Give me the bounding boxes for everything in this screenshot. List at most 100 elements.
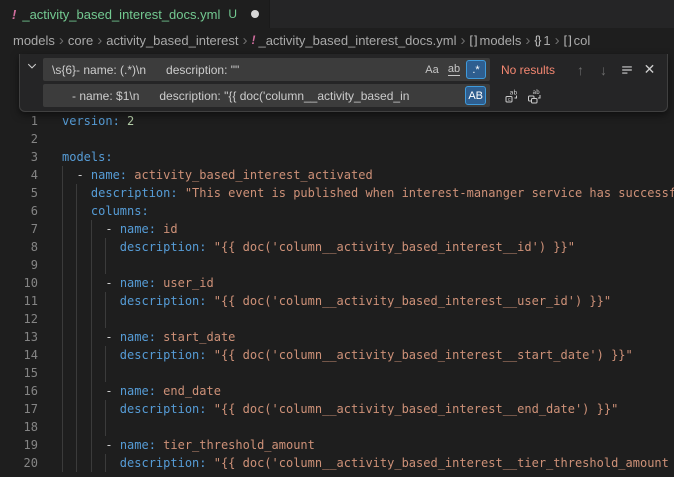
replace-button[interactable]: ab c	[500, 84, 523, 107]
breadcrumb-item[interactable]: activity_based_interest	[106, 33, 238, 48]
code-line[interactable]: 4 - name: activity_based_interest_activa…	[0, 166, 674, 184]
breadcrumb-item[interactable]: models	[13, 33, 55, 48]
line-number[interactable]: 12	[0, 310, 38, 328]
indent-guide	[105, 256, 106, 274]
breadcrumb-separator-icon: ›	[460, 33, 465, 48]
code-line[interactable]: 18	[0, 418, 674, 436]
replace-all-icon: ab	[527, 88, 543, 104]
code-token: -	[105, 384, 119, 398]
line-number[interactable]: 11	[0, 292, 38, 310]
indent-guide	[105, 364, 106, 382]
breadcrumb-label: activity_based_interest	[106, 33, 238, 48]
code-line[interactable]: 12	[0, 310, 674, 328]
code-token	[62, 204, 91, 218]
line-number[interactable]: 10	[0, 274, 38, 292]
whole-word-toggle[interactable]: ab	[444, 60, 464, 79]
code-token: name:	[120, 276, 156, 290]
symbol-array-icon: [ ]	[564, 33, 571, 47]
match-case-toggle[interactable]: Aa	[422, 60, 442, 79]
line-number[interactable]: 6	[0, 202, 38, 220]
find-in-selection-button[interactable]	[615, 58, 638, 81]
code-line[interactable]: 10 - name: user_id	[0, 274, 674, 292]
line-number[interactable]: 2	[0, 130, 38, 148]
breadcrumb-item[interactable]: core	[68, 33, 93, 48]
code-text: description: "{{ doc('column__activity_b…	[62, 238, 575, 256]
code-token: activity_based_interest_activated	[127, 168, 373, 182]
tab-title: _activity_based_interest_docs.yml	[22, 7, 220, 22]
line-number[interactable]: 5	[0, 184, 38, 202]
code-line[interactable]: 17 description: "{{ doc('column__activit…	[0, 400, 674, 418]
regex-toggle[interactable]: .*	[466, 60, 486, 79]
code-line[interactable]: 20 description: "{{ doc('column__activit…	[0, 454, 674, 472]
breadcrumb-label: models	[13, 33, 55, 48]
code-line[interactable]: 1version: 2	[0, 112, 674, 130]
line-number[interactable]: 18	[0, 418, 38, 436]
toggle-replace-button[interactable]	[20, 54, 43, 77]
code-token	[62, 384, 105, 398]
code-token: description:	[120, 456, 207, 470]
code-token: 2	[127, 114, 134, 128]
code-line[interactable]: 11 description: "{{ doc('column__activit…	[0, 292, 674, 310]
code-line[interactable]: 8 description: "{{ doc('column__activity…	[0, 238, 674, 256]
breadcrumb-item[interactable]: [ ]col	[564, 33, 591, 48]
replace-input-value: - name: $1\n description: "{{ doc('colum…	[52, 89, 463, 103]
line-number[interactable]: 20	[0, 454, 38, 472]
code-line[interactable]: 13 - name: start_date	[0, 328, 674, 346]
replace-input[interactable]: - name: $1\n description: "{{ doc('colum…	[43, 84, 490, 107]
line-number[interactable]: 7	[0, 220, 38, 238]
line-number[interactable]: 17	[0, 400, 38, 418]
editor-area[interactable]: 1version: 223models:4 - name: activity_b…	[0, 52, 674, 477]
line-number[interactable]: 4	[0, 166, 38, 184]
replace-all-button[interactable]: ab	[523, 84, 546, 107]
code-token	[62, 330, 105, 344]
modified-dot-icon[interactable]	[251, 10, 259, 18]
code-token: end_date	[156, 384, 221, 398]
previous-match-button[interactable]: ↑	[569, 58, 592, 81]
breadcrumb-separator-icon: ›	[242, 33, 247, 48]
code-text: - name: end_date	[62, 382, 221, 400]
yaml-file-icon: !	[251, 33, 255, 47]
tab-bar: ! _activity_based_interest_docs.yml U	[0, 0, 674, 28]
code-token: description:	[120, 294, 207, 308]
code-line[interactable]: 14 description: "{{ doc('column__activit…	[0, 346, 674, 364]
breadcrumb-item[interactable]: [ ]models	[469, 33, 521, 48]
line-number[interactable]: 19	[0, 436, 38, 454]
code-text: - name: tier_threshold_amount	[62, 436, 315, 454]
code-token	[62, 168, 76, 182]
code-token	[120, 114, 127, 128]
code-line[interactable]: 19 - name: tier_threshold_amount	[0, 436, 674, 454]
breadcrumb-separator-icon: ›	[525, 33, 530, 48]
line-number[interactable]: 13	[0, 328, 38, 346]
code-text: - name: start_date	[62, 328, 235, 346]
line-number[interactable]: 16	[0, 382, 38, 400]
code-line[interactable]: 16 - name: end_date	[0, 382, 674, 400]
indent-guide	[91, 310, 92, 328]
preserve-case-toggle[interactable]: AB	[465, 86, 486, 105]
line-number[interactable]: 14	[0, 346, 38, 364]
line-number[interactable]: 3	[0, 148, 38, 166]
indent-guide	[91, 364, 92, 382]
indent-guide	[76, 256, 77, 274]
breadcrumb-item[interactable]: !_activity_based_interest_docs.yml	[251, 33, 456, 48]
code-line[interactable]: 2	[0, 130, 674, 148]
code-token: description:	[120, 348, 207, 362]
code-text: description: "{{ doc('column__activity_b…	[62, 292, 611, 310]
code-token	[62, 402, 120, 416]
line-number[interactable]: 15	[0, 364, 38, 382]
line-number[interactable]: 1	[0, 112, 38, 130]
code-line[interactable]: 5 description: "This event is published …	[0, 184, 674, 202]
code-token	[62, 186, 91, 200]
code-line[interactable]: 3models:	[0, 148, 674, 166]
code-token: name:	[120, 330, 156, 344]
next-match-button[interactable]: ↓	[592, 58, 615, 81]
breadcrumb-item[interactable]: {}1	[534, 33, 550, 48]
code-line[interactable]: 15	[0, 364, 674, 382]
code-line[interactable]: 6 columns:	[0, 202, 674, 220]
line-number[interactable]: 9	[0, 256, 38, 274]
code-line[interactable]: 9	[0, 256, 674, 274]
line-number[interactable]: 8	[0, 238, 38, 256]
code-line[interactable]: 7 - name: id	[0, 220, 674, 238]
find-input[interactable]: \s{6}- name: (.*)\n description: "" Aa a…	[43, 58, 490, 81]
active-tab[interactable]: ! _activity_based_interest_docs.yml U	[0, 0, 270, 28]
close-find-button[interactable]: ✕	[638, 58, 661, 81]
